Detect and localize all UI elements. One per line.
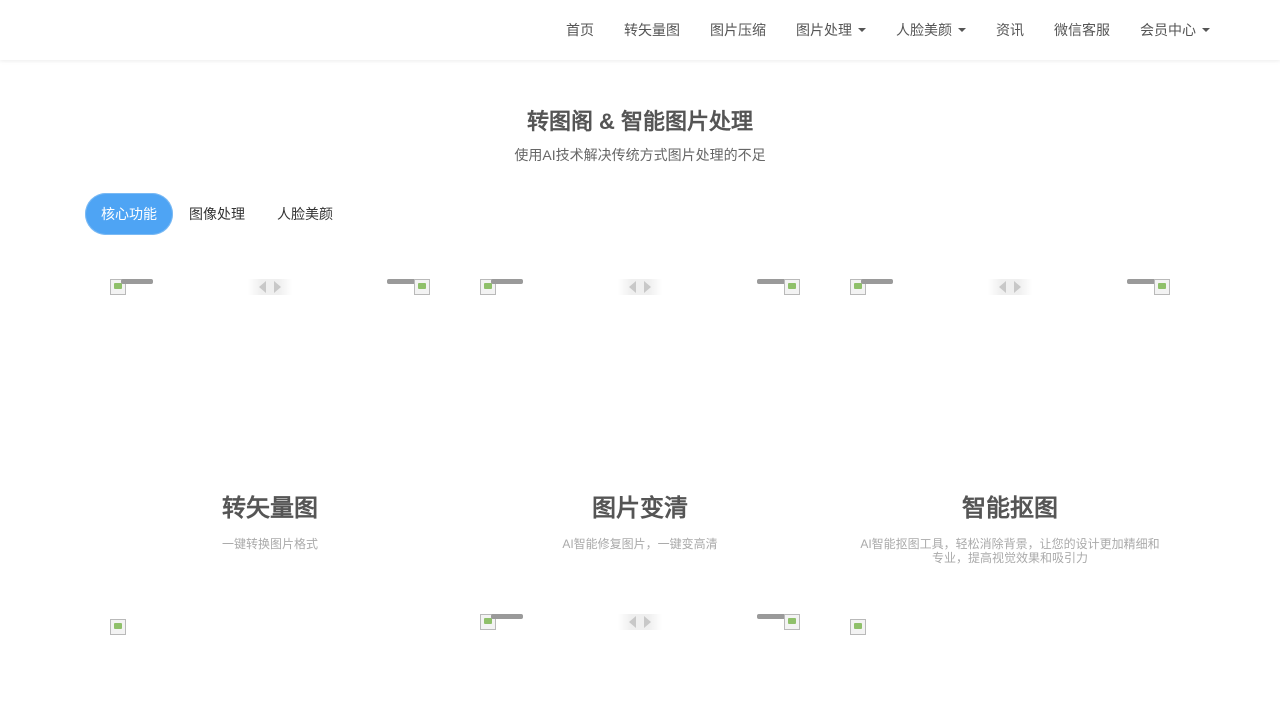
nav-item-label: 微信客服 [1054,22,1110,38]
tab-face-beauty[interactable]: 人脸美颜 [261,193,349,235]
chevron-right-icon [274,281,281,293]
chevron-right-icon [1014,281,1021,293]
slider-handle-bar[interactable] [121,279,153,284]
card-title: 图片变清 [592,495,688,522]
broken-image-icon [850,619,866,635]
card-description: AI智能修复图片，一键变高清 [562,537,718,551]
nav-menu: 首页 转矢量图 图片压缩 图片处理 人脸美颜 资讯 微信客服 会员中心 [551,0,1225,60]
compare-slider[interactable] [480,614,800,634]
slider-arrows[interactable] [618,614,662,630]
card-title: 转矢量图 [222,495,318,522]
top-navbar: 首页 转矢量图 图片压缩 图片处理 人脸美颜 资讯 微信客服 会员中心 [0,0,1280,60]
tab-core-features[interactable]: 核心功能 [85,193,173,235]
slider-arrows[interactable] [988,279,1032,295]
nav-item-image-processing[interactable]: 图片处理 [781,0,881,60]
slider-arrows[interactable] [618,279,662,295]
compare-slider[interactable] [110,279,430,299]
nav-item-wechat-support[interactable]: 微信客服 [1039,0,1125,60]
nav-item-label: 首页 [566,22,594,38]
caret-down-icon [1202,28,1210,32]
chevron-right-icon [644,616,651,628]
broken-image-icon [110,619,126,635]
chevron-left-icon [259,281,266,293]
broken-image-icon [784,279,800,295]
compare-slider[interactable] [480,279,800,299]
caret-down-icon [958,28,966,32]
chevron-left-icon [629,281,636,293]
nav-item-news[interactable]: 资讯 [981,0,1039,60]
caret-down-icon [858,28,866,32]
compare-slider[interactable] [850,279,1170,299]
nav-item-label: 人脸美颜 [896,22,952,38]
nav-item-home[interactable]: 首页 [551,0,609,60]
nav-item-face-beauty[interactable]: 人脸美颜 [881,0,981,60]
nav-item-label: 资讯 [996,22,1024,38]
card-description: AI智能抠图工具，轻松消除背景，让您的设计更加精细和专业，提高视觉效果和吸引力 [860,537,1160,565]
chevron-right-icon [644,281,651,293]
nav-item-member-center[interactable]: 会员中心 [1125,0,1225,60]
nav-item-label: 转矢量图 [624,22,680,38]
slider-handle-bar[interactable] [491,614,523,619]
slider-handle-bar[interactable] [491,279,523,284]
chevron-left-icon [999,281,1006,293]
broken-image-icon [784,614,800,630]
page-subtitle: 使用AI技术解决传统方式图片处理的不足 [514,147,766,163]
card-description: 一键转换图片格式 [221,537,318,551]
nav-item-label: 会员中心 [1140,22,1196,38]
feature-tabs: 核心功能 图像处理 人脸美颜 [85,193,349,235]
nav-item-vector[interactable]: 转矢量图 [609,0,695,60]
slider-arrows[interactable] [248,279,292,295]
card-title: 智能抠图 [962,495,1058,522]
nav-item-compress[interactable]: 图片压缩 [695,0,781,60]
page-title: 转图阁 & 智能图片处理 [526,109,754,134]
nav-item-label: 图片处理 [796,22,852,38]
tab-image-processing[interactable]: 图像处理 [173,193,261,235]
nav-item-label: 图片压缩 [710,22,766,38]
broken-image-icon [414,279,430,295]
broken-image-icon [1154,279,1170,295]
slider-handle-bar[interactable] [861,279,893,284]
chevron-left-icon [629,616,636,628]
